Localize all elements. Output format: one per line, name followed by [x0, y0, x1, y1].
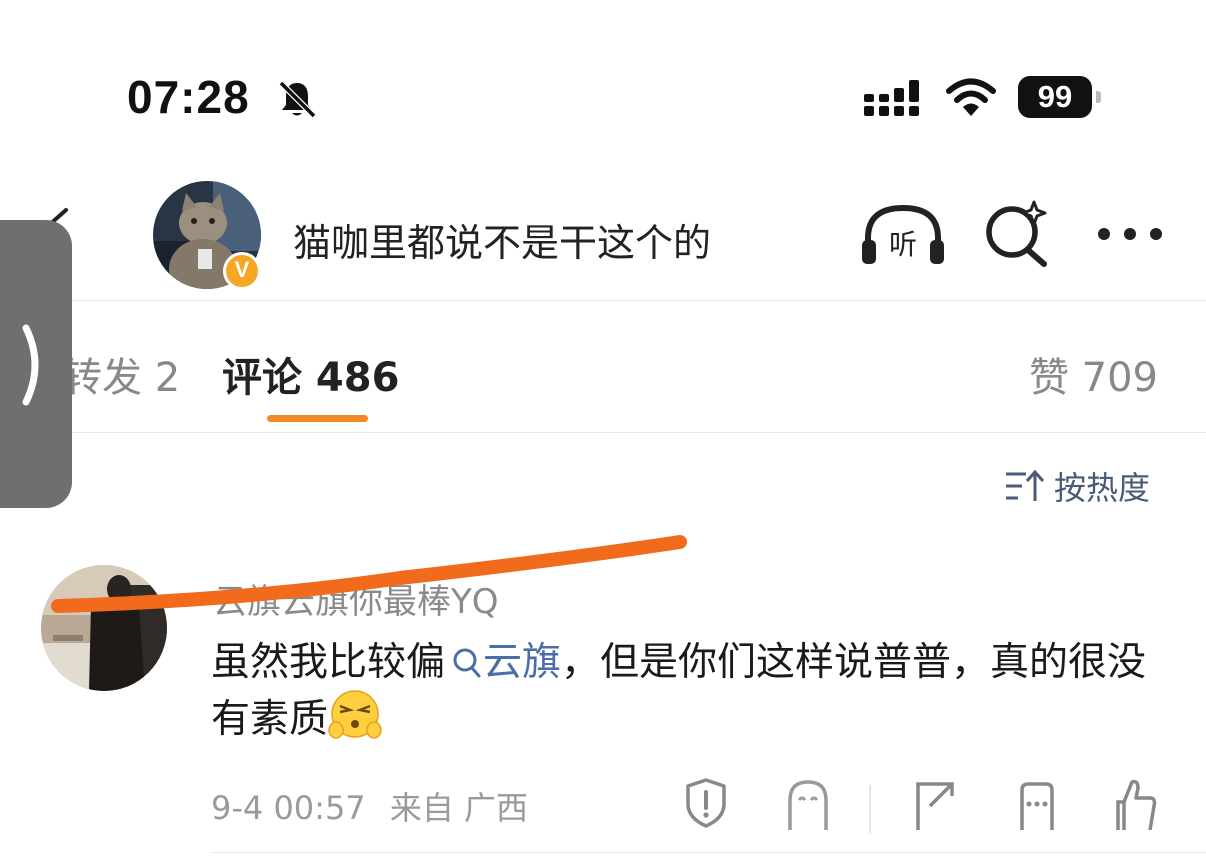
- tabs-divider: [0, 432, 1206, 433]
- action-separator: [869, 785, 871, 833]
- search-link-icon: [453, 648, 481, 678]
- listen-label: 听: [889, 228, 917, 261]
- battery-icon: 99: [1018, 76, 1102, 118]
- status-time: 07:28: [127, 71, 250, 123]
- comment-avatar[interactable]: [41, 565, 167, 691]
- tab-comments[interactable]: 评论 486: [222, 345, 399, 403]
- battery-tip: [1096, 91, 1101, 103]
- share-icon[interactable]: [910, 776, 958, 830]
- page-title: 猫咖里都说不是干这个的: [293, 221, 712, 265]
- headphones-icon: 听: [862, 204, 944, 264]
- tab-repost[interactable]: 转发 2: [62, 345, 180, 403]
- comment-date: 9-4 00:57: [211, 789, 366, 827]
- active-tab-indicator: [267, 415, 368, 422]
- report-shield-icon[interactable]: [682, 776, 730, 830]
- more-dots-icon[interactable]: [1096, 224, 1164, 244]
- bell-slash-icon: [278, 80, 317, 119]
- sort-icon: [1006, 469, 1044, 501]
- comment-meta: 9-4 00:57 来自 广西: [211, 783, 528, 829]
- comment-text: 虽然我比较偏 云旗，但是你们这样说普普，真的很没有素质: [211, 638, 1171, 745]
- comment-divider: [211, 852, 1206, 853]
- sort-label: 按热度: [1054, 469, 1151, 507]
- listen-button[interactable]: 听: [860, 202, 946, 268]
- comment-text-part: 虽然我比较偏: [211, 640, 446, 685]
- wifi-icon: [946, 78, 996, 116]
- ghost-icon[interactable]: [784, 776, 832, 830]
- topic-link[interactable]: 云旗: [445, 640, 561, 685]
- reply-icon[interactable]: [1012, 776, 1060, 830]
- header-divider: [0, 300, 1206, 301]
- tab-likes[interactable]: 赞 709: [1029, 345, 1158, 403]
- like-thumb-icon[interactable]: [1112, 776, 1160, 830]
- topic-link-text: 云旗: [483, 640, 562, 685]
- angry-emoji-icon: [328, 690, 382, 739]
- battery-level: 99: [1018, 76, 1092, 118]
- comment-location: 来自 广西: [389, 789, 529, 827]
- search-sparkle-icon[interactable]: [984, 200, 1050, 268]
- comment-username[interactable]: 云旗云旗你最棒YQ: [213, 574, 499, 623]
- verified-badge: V: [223, 252, 261, 290]
- chevron-right-icon: [22, 324, 39, 406]
- sort-toggle[interactable]: 按热度: [1004, 464, 1150, 508]
- cellular-signal-icon: [864, 80, 919, 116]
